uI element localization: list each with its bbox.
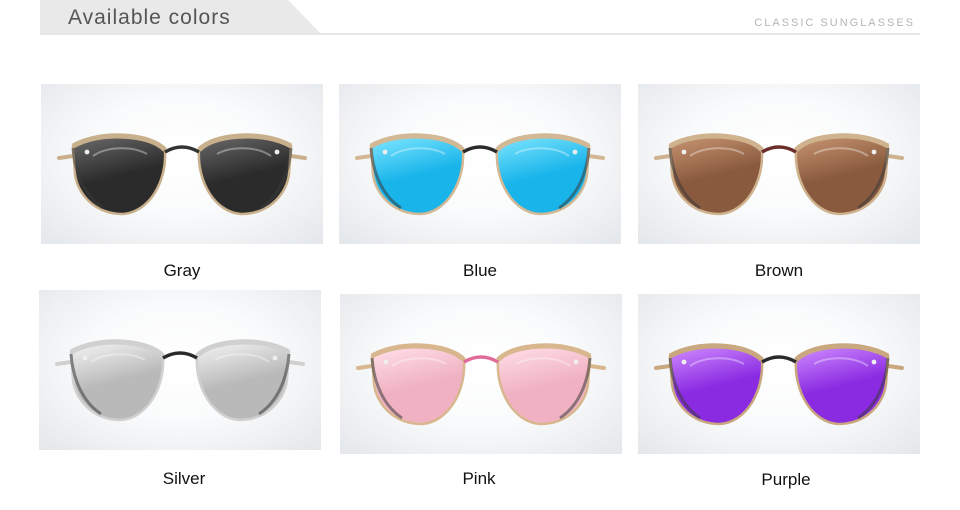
product-label-silver[interactable]: Silver [43,469,325,489]
sunglasses-silver-icon [55,339,305,422]
product-label-gray[interactable]: Gray [41,261,323,281]
header-divider [40,33,920,35]
sunglasses-brown-icon [654,133,904,216]
product-label-purple[interactable]: Purple [645,470,927,490]
product-image-gray[interactable] [41,84,323,244]
product-label-brown[interactable]: Brown [638,261,920,281]
page-subtitle: CLASSIC SUNGLASSES [754,17,915,29]
product-label-blue[interactable]: Blue [339,261,621,281]
product-image-blue[interactable] [339,84,621,244]
sunglasses-gray-icon [57,133,307,216]
sunglasses-blue-icon [355,133,605,216]
sunglasses-purple-icon [654,343,904,426]
page-title: Available colors [68,6,231,29]
product-image-brown[interactable] [638,84,920,244]
product-label-pink[interactable]: Pink [338,469,620,489]
sunglasses-pink-icon [356,343,606,426]
product-image-purple[interactable] [638,294,920,454]
product-image-silver[interactable] [39,290,321,450]
product-image-pink[interactable] [340,294,622,454]
